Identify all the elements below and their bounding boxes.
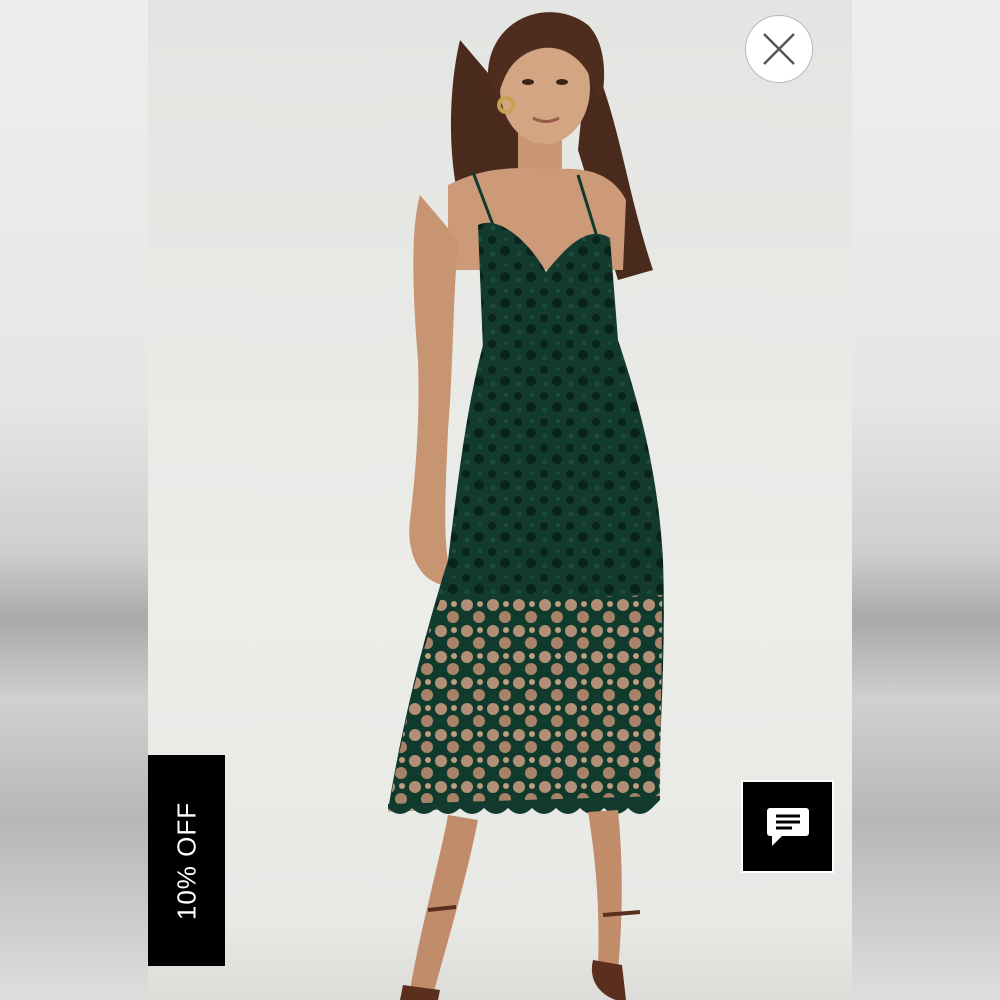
close-icon: [763, 33, 795, 65]
right-backdrop: [852, 0, 1000, 1000]
close-button[interactable]: [745, 15, 813, 83]
discount-tab[interactable]: 10% OFF: [148, 755, 225, 966]
chat-button[interactable]: [741, 780, 834, 873]
chat-icon: [766, 807, 809, 846]
discount-label: 10% OFF: [171, 801, 201, 920]
left-backdrop: [0, 0, 148, 1000]
